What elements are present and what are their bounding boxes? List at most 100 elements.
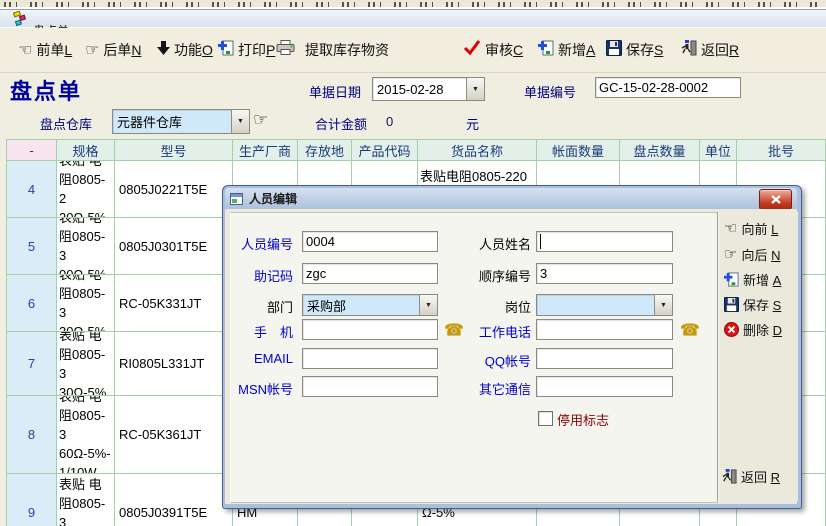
table-cell-model[interactable]: 0805J0221T5E <box>115 161 233 218</box>
table-cell-rownum[interactable]: 8 <box>7 396 57 474</box>
emp-name-input[interactable] <box>536 231 673 252</box>
hotkey: L <box>771 222 778 237</box>
chevron-down-icon[interactable]: ▼ <box>231 110 249 133</box>
column-header: 批号 <box>737 140 826 161</box>
table-cell-rownum[interactable]: 5 <box>7 218 57 275</box>
doc-date-value: 2015-02-28 <box>373 82 466 97</box>
mobile-input[interactable] <box>302 319 438 340</box>
chevron-down-icon[interactable]: ▼ <box>466 78 484 100</box>
button-label: 新增A <box>558 40 595 60</box>
table-cell-model[interactable]: RC-05K361JT <box>115 396 233 474</box>
email-label: EMAIL <box>230 351 293 366</box>
table-cell-spec[interactable]: 表贴 电 阻0805-3 30Ω-5% <box>57 332 115 396</box>
hotkey: A <box>586 42 595 58</box>
extract-stock-button[interactable]: 提取库存物资 <box>305 28 389 72</box>
table-cell-model[interactable]: RI0805L331JT <box>115 332 233 396</box>
dlg-save-button[interactable]: 保存 S <box>724 295 781 314</box>
doc-no-input[interactable] <box>595 77 741 98</box>
save-button[interactable]: 保存S <box>606 28 663 72</box>
add-button[interactable]: 新增A <box>538 28 595 72</box>
other-contact-input[interactable] <box>536 376 673 397</box>
label-text: 新增 <box>558 42 586 58</box>
label-text: 功能 <box>174 42 202 58</box>
table-cell-spec[interactable]: 表贴 电 阻0805-3 60Ω-5%- 1/10W <box>57 396 115 474</box>
hotkey: R <box>771 470 780 485</box>
post-combo[interactable]: ▼ <box>536 294 673 316</box>
button-label: 返回 R <box>741 467 780 486</box>
down-arrow-icon <box>157 41 170 60</box>
emp-no-label: 人员编号 <box>230 234 293 253</box>
qq-label: QQ帐号 <box>468 351 531 370</box>
audit-button[interactable]: 审核C <box>463 28 523 72</box>
label-text: 新增 <box>743 273 769 288</box>
column-header: - <box>7 140 57 161</box>
emp-no-input[interactable] <box>302 231 438 252</box>
button-label: 后单N <box>103 40 141 60</box>
work-phone-input[interactable] <box>536 319 673 340</box>
mobile-label: 手 机 <box>230 322 293 341</box>
button-label: 新增 A <box>743 270 781 289</box>
seq-no-input[interactable] <box>536 263 673 284</box>
hotkey: S <box>773 298 782 313</box>
qq-input[interactable] <box>536 348 673 369</box>
exit-door-icon <box>681 40 697 61</box>
warehouse-combo[interactable]: 元器件仓库 ▼ <box>112 109 250 134</box>
printer-icon-button[interactable] <box>276 28 295 72</box>
close-button[interactable] <box>759 189 792 210</box>
hotkey: L <box>64 42 72 58</box>
table-cell-rownum[interactable]: 4 <box>7 161 57 218</box>
table-cell-rownum[interactable]: 7 <box>7 332 57 396</box>
disable-flag-label: 停用标志 <box>557 410 609 429</box>
column-header: 生产厂商 <box>233 140 298 161</box>
dlg-backward-button[interactable]: ☞ 向后 N <box>724 245 780 264</box>
table-cell-spec[interactable]: 表贴 电 阻0805-3 90Ω-5% <box>57 474 115 526</box>
post-label: 岗位 <box>468 297 531 316</box>
dialog-titlebar[interactable]: 人员编辑 <box>225 188 797 209</box>
dlg-add-button[interactable]: 新增 A <box>724 270 781 289</box>
hotkey: S <box>654 42 663 58</box>
return-button[interactable]: 返回R <box>681 28 739 72</box>
dept-combo[interactable]: 采购部 ▼ <box>302 294 438 316</box>
table-cell-rownum[interactable]: 9 <box>7 474 57 526</box>
phone-icon[interactable]: ☎ <box>680 322 700 338</box>
table-cell-spec[interactable]: 表贴 电 阻0805-3 00Ω-5% <box>57 218 115 275</box>
next-doc-button[interactable]: ☞ 后单N <box>85 28 141 72</box>
mnemonic-input[interactable] <box>302 263 438 284</box>
chevron-down-icon[interactable]: ▼ <box>419 295 437 315</box>
chevron-down-icon[interactable]: ▼ <box>654 295 672 315</box>
close-icon <box>771 195 781 204</box>
table-cell-rownum[interactable]: 6 <box>7 275 57 332</box>
table-cell-model[interactable]: RC-05K331JT <box>115 275 233 332</box>
app-window: 盘点单 ☜ 前单L ☞ 后单N 功能O <box>0 0 826 526</box>
button-label: 提取库存物资 <box>305 40 389 60</box>
email-input[interactable] <box>302 348 438 369</box>
dept-value: 采购部 <box>303 296 419 315</box>
table-cell-model[interactable]: 0805J0391T5E <box>115 474 233 526</box>
label-text: 提取库存物资 <box>305 42 389 58</box>
doc-date-combo[interactable]: 2015-02-28 ▼ <box>372 77 485 101</box>
button-label: 向前 L <box>741 219 778 238</box>
dlg-return-button[interactable]: 返回 R <box>722 467 780 486</box>
button-label: 向后 N <box>741 245 780 264</box>
label-text: 打印 <box>238 42 266 58</box>
label-text: 保存 <box>626 42 654 58</box>
dlg-delete-button[interactable]: 删除 D <box>724 320 782 339</box>
table-cell-model[interactable]: 0805J0301T5E <box>115 218 233 275</box>
page-title: 盘点单 <box>10 74 82 106</box>
hotkey: R <box>729 42 739 58</box>
column-header: 存放地 <box>298 140 352 161</box>
prev-doc-button[interactable]: ☜ 前单L <box>18 28 72 72</box>
label-text: 后单 <box>103 42 131 58</box>
print-button[interactable]: 打印P <box>218 28 275 72</box>
disable-flag-checkbox[interactable] <box>538 411 553 426</box>
hand-right-icon[interactable]: ☞ <box>253 112 268 129</box>
msn-input[interactable] <box>302 376 438 397</box>
column-header: 货品名称 <box>418 140 537 161</box>
table-cell-spec[interactable]: 表贴 电 阻0805-3 30Ω-5% <box>57 275 115 332</box>
table-cell-spec[interactable]: 表贴 电 阻0805-2 20Ω-5% <box>57 161 115 218</box>
red-check-icon <box>463 40 481 60</box>
dlg-forward-button[interactable]: ☜ 向前 L <box>724 219 778 238</box>
functions-button[interactable]: 功能O <box>157 28 213 72</box>
phone-icon[interactable]: ☎ <box>444 322 464 338</box>
document-tab-bar: 盘点单 <box>0 10 826 28</box>
